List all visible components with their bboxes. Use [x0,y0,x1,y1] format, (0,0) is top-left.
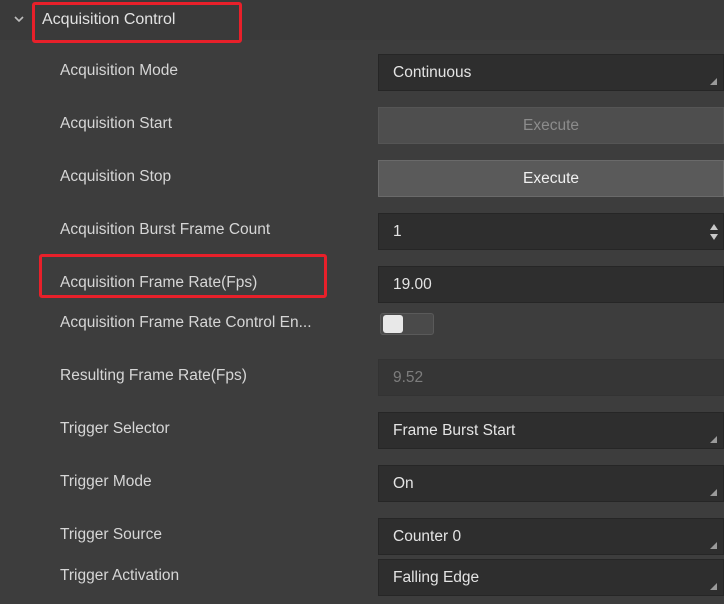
trigger-source-combo[interactable]: Counter 0 [378,518,724,555]
combo-value: Falling Edge [393,569,480,586]
combo-value: Frame Burst Start [393,422,516,439]
row-label: Trigger Selector [60,420,170,437]
row-trigger-selector: Trigger Selector Frame Burst Start [0,404,724,457]
chevron-down-icon[interactable] [12,12,26,26]
acquisition-stop-execute-button[interactable]: Execute [378,160,724,197]
row-trigger-mode: Trigger Mode On [0,457,724,510]
acquisition-mode-combo[interactable]: Continuous [378,54,724,91]
row-acquisition-start: Acquisition Start Execute [0,99,724,152]
toggle-knob [383,315,403,333]
row-label: Acquisition Burst Frame Count [60,221,271,238]
combo-value: On [393,475,414,492]
property-panel: Acquisition Control Acquisition Mode Con… [0,0,724,604]
burst-frame-count-spinbox[interactable]: 1 [378,213,724,250]
highlight-box-frame-rate [39,254,327,298]
row-acquisition-burst-frame-count: Acquisition Burst Frame Count 1 [0,205,724,258]
readonly-value: 9.52 [393,369,424,386]
spinbox-value: 1 [393,223,402,240]
button-label: Execute [522,170,579,187]
combo-value: Counter 0 [393,528,462,545]
trigger-mode-combo[interactable]: On [378,465,724,502]
dropdown-corner-icon [710,78,717,85]
trigger-activation-combo[interactable]: Falling Edge [378,559,724,596]
combo-value: Continuous [393,64,472,81]
acquisition-start-execute-button[interactable]: Execute [378,107,724,144]
highlight-box-group-title [32,2,242,43]
dropdown-corner-icon [710,489,717,496]
dropdown-corner-icon [710,583,717,590]
row-label: Acquisition Stop [60,168,172,185]
resulting-frame-rate-readonly: 9.52 [378,359,724,396]
row-frame-rate-control-enable: Acquisition Frame Rate Control En... [0,298,724,351]
row-label: Acquisition Start [60,115,172,132]
spin-arrows-icon[interactable] [709,223,719,241]
frame-rate-control-enable-toggle[interactable] [380,313,434,335]
row-label: Resulting Frame Rate(Fps) [60,367,247,384]
row-label: Acquisition Frame Rate Control En... [60,314,312,331]
row-acquisition-mode: Acquisition Mode Continuous [0,46,724,99]
trigger-selector-combo[interactable]: Frame Burst Start [378,412,724,449]
row-trigger-activation: Trigger Activation Falling Edge [0,551,724,604]
row-acquisition-stop: Acquisition Stop Execute [0,152,724,205]
row-label: Acquisition Mode [60,62,179,79]
input-value: 19.00 [393,276,432,293]
dropdown-corner-icon [710,436,717,443]
row-label: Trigger Activation [60,567,180,584]
row-label: Trigger Mode [60,473,152,490]
row-label: Trigger Source [60,526,162,543]
button-label: Execute [522,117,579,134]
dropdown-corner-icon [710,542,717,549]
row-resulting-frame-rate: Resulting Frame Rate(Fps) 9.52 [0,351,724,404]
